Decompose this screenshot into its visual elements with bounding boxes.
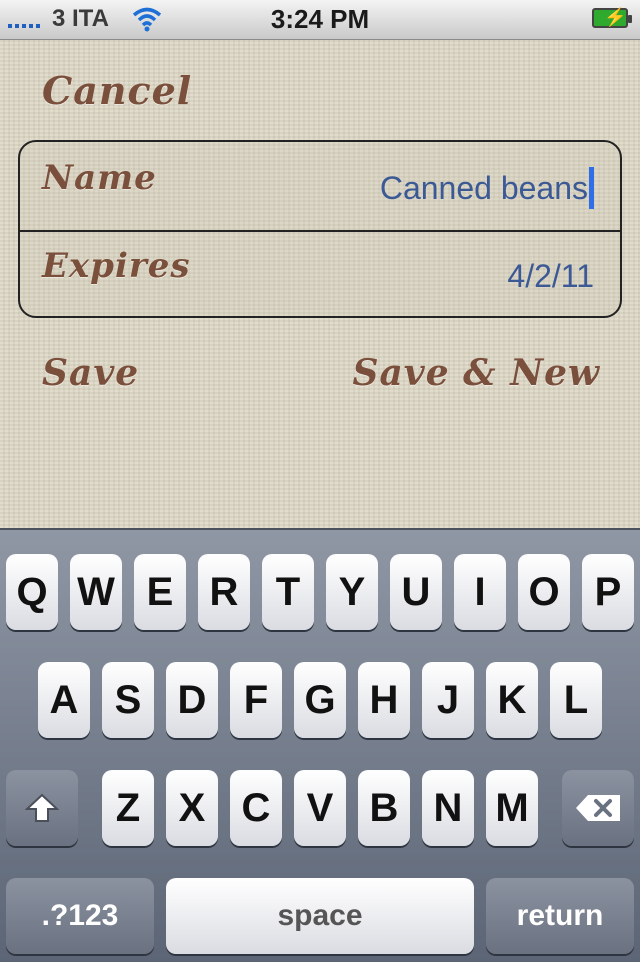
key-y[interactable]: Y [326,554,378,630]
key-i[interactable]: I [454,554,506,630]
name-field[interactable]: Canned beans [379,166,594,209]
key-m[interactable]: M [486,770,538,846]
key-x[interactable]: X [166,770,218,846]
key-p[interactable]: P [582,554,634,630]
key-c[interactable]: C [230,770,282,846]
key-e[interactable]: E [134,554,186,630]
save-new-button[interactable]: Save & New [352,352,600,394]
key-s[interactable]: S [102,662,154,738]
key-t[interactable]: T [262,554,314,630]
key-w[interactable]: W [70,554,122,630]
key-b[interactable]: B [358,770,410,846]
key-v[interactable]: V [294,770,346,846]
delete-key[interactable] [562,770,634,846]
keyboard: Q W E R T Y U I O P A S D F G H J K L Z … [0,528,640,962]
clock: 3:24 PM [270,4,370,34]
key-d[interactable]: D [166,662,218,738]
shift-key[interactable] [6,770,78,846]
space-key[interactable]: space [166,878,474,954]
key-u[interactable]: U [390,554,442,630]
key-q[interactable]: Q [6,554,58,630]
key-r[interactable]: R [198,554,250,630]
backspace-icon [576,795,620,821]
expires-label: Expires [42,246,191,286]
expires-field[interactable]: 4/2/11 [507,258,594,295]
numbers-key[interactable]: .?123 [6,878,154,954]
cancel-button[interactable]: Cancel [42,68,192,113]
shift-icon [25,793,59,822]
save-button[interactable]: Save [42,352,139,394]
status-bar: 3 ITA 3:24 PM ⚡ [0,0,640,40]
key-k[interactable]: K [486,662,538,738]
key-h[interactable]: H [358,662,410,738]
key-f[interactable]: F [230,662,282,738]
key-n[interactable]: N [422,770,474,846]
key-j[interactable]: J [422,662,474,738]
key-z[interactable]: Z [102,770,154,846]
name-row[interactable]: Name Canned beans [20,142,620,232]
content-area: Cancel Name Canned beans Expires 4/2/11 … [0,40,640,528]
name-value: Canned beans [379,170,588,206]
return-key[interactable]: return [486,878,634,954]
battery-charging-icon: ⚡ [592,7,632,28]
key-g[interactable]: G [294,662,346,738]
text-cursor [589,166,594,209]
expires-row[interactable]: Expires 4/2/11 [20,230,620,316]
key-o[interactable]: O [518,554,570,630]
item-form: Name Canned beans Expires 4/2/11 [18,140,622,318]
key-l[interactable]: L [550,662,602,738]
name-label: Name [42,158,157,198]
key-a[interactable]: A [38,662,90,738]
